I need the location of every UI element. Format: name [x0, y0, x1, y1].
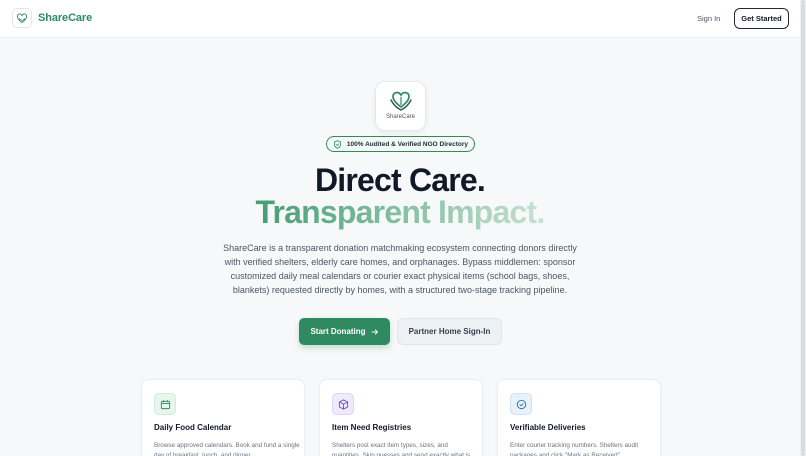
sign-in-link[interactable]: Sign In: [697, 14, 720, 23]
hero-description: ShareCare is a transparent donation matc…: [223, 243, 577, 295]
card-title: Verifiable Deliveries: [510, 423, 586, 432]
card-title: Item Need Registries: [332, 423, 412, 432]
get-started-button[interactable]: Get Started: [734, 8, 789, 29]
card-body: Browse approved calendars. Book and fund…: [154, 442, 300, 456]
card-body: Enter courier tracking numbers. Shelters…: [510, 442, 639, 456]
start-donating-label: Start Donating: [310, 327, 366, 336]
headline-line-2: Transparent Impact.: [0, 194, 800, 231]
start-donating-button[interactable]: Start Donating: [299, 318, 390, 345]
shield-check-icon: [333, 139, 342, 149]
partner-home-signin-button[interactable]: Partner Home Sign-In: [397, 318, 502, 345]
card-body: Shelters post exact item types, sizes, a…: [332, 442, 471, 456]
scrollbar-thumb[interactable]: [801, 0, 805, 456]
feature-card-food-calendar: Daily Food Calendar Browse approved cale…: [141, 379, 305, 456]
feature-card-verifiable-deliveries: Verifiable Deliveries Enter courier trac…: [497, 379, 661, 456]
brand-name: ShareCare: [38, 12, 93, 24]
box-icon: [332, 393, 354, 415]
top-navbar: ShareCare Sign In Get Started: [0, 0, 800, 38]
check-circle-icon: [510, 393, 532, 415]
arrow-right-icon: [371, 328, 379, 336]
verified-badge: 100% Audited & Verified NGO Directory: [326, 136, 475, 152]
badge-text: 100% Audited & Verified NGO Directory: [346, 140, 469, 148]
hero-logo-text: ShareCare: [385, 114, 415, 120]
feature-card-item-registries: Item Need Registries Shelters post exact…: [319, 379, 483, 456]
hero-logo: ShareCare: [375, 81, 426, 131]
scrollbar-track[interactable]: [800, 0, 806, 456]
card-title: Daily Food Calendar: [154, 423, 232, 432]
heart-hands-icon: [389, 91, 412, 111]
calendar-icon: [154, 393, 176, 415]
brand[interactable]: ShareCare: [12, 8, 92, 28]
brand-logo-icon: [12, 8, 32, 28]
